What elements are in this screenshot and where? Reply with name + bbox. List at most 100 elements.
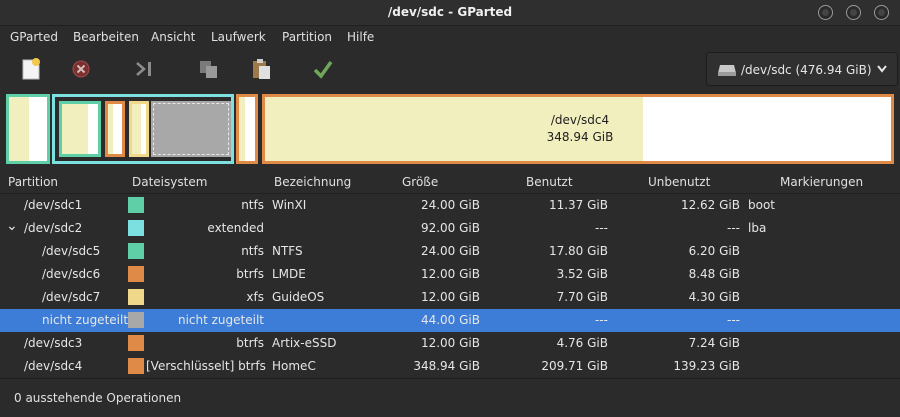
menu-partition[interactable]: Partition bbox=[282, 30, 332, 44]
fs-color-swatch bbox=[128, 243, 144, 259]
menu-ansicht[interactable]: Ansicht bbox=[151, 30, 195, 44]
row-filesystem: extended bbox=[207, 221, 264, 235]
row-partition: /dev/sdc6 bbox=[42, 267, 101, 281]
device-label: /dev/sdc (476.94 GiB) bbox=[741, 63, 872, 77]
map-partition-sdc5[interactable] bbox=[59, 101, 101, 157]
col-bezeichnung[interactable]: Bezeichnung bbox=[274, 175, 351, 189]
col-markierungen[interactable]: Markierungen bbox=[780, 175, 863, 189]
disk-map: /dev/sdc4 348.94 GiB bbox=[0, 90, 900, 168]
row-filesystem: nicht zugeteilt bbox=[177, 313, 264, 327]
expander-chevron-icon[interactable]: ⌄ bbox=[6, 218, 18, 234]
apply-button[interactable] bbox=[310, 56, 336, 82]
row-label: Artix-eSSD bbox=[272, 336, 337, 350]
table-header: Partition Dateisystem Bezeichnung Größe … bbox=[0, 170, 900, 194]
resize-move-button[interactable] bbox=[132, 56, 158, 82]
map-partition-sdc2-extended[interactable] bbox=[52, 94, 234, 164]
row-flags: lba bbox=[748, 221, 767, 235]
row-size: 348.94 GiB bbox=[413, 359, 480, 373]
paste-icon bbox=[253, 59, 270, 79]
device-selector[interactable]: /dev/sdc (476.94 GiB) bbox=[706, 52, 898, 86]
fs-color-swatch bbox=[128, 220, 144, 236]
row-partition: nicht zugeteilt bbox=[42, 313, 129, 327]
row-flags: boot bbox=[748, 198, 776, 212]
row-label: LMDE bbox=[272, 267, 306, 281]
row-size: 92.00 GiB bbox=[420, 221, 480, 235]
menu-laufwerk[interactable]: Laufwerk bbox=[211, 30, 266, 44]
window-title: /dev/sdc - GParted bbox=[387, 5, 513, 19]
table-row[interactable]: ⌄ /dev/sdc2 extended 92.00 GiB --- --- l… bbox=[0, 217, 900, 240]
row-partition: /dev/sdc7 bbox=[42, 290, 101, 304]
resize-move-icon bbox=[136, 62, 151, 76]
map-partition-sdc4[interactable]: /dev/sdc4 348.94 GiB bbox=[262, 94, 894, 164]
map-partition-sdc6[interactable] bbox=[105, 101, 125, 157]
row-filesystem: ntfs bbox=[241, 244, 264, 258]
pending-operations: 0 ausstehende Operationen bbox=[14, 391, 182, 405]
row-unused: 6.20 GiB bbox=[688, 244, 740, 258]
menu-bearbeiten[interactable]: Bearbeiten bbox=[73, 30, 139, 44]
row-partition: /dev/sdc2 bbox=[24, 221, 83, 235]
delete-partition-button[interactable] bbox=[68, 56, 94, 82]
apply-icon bbox=[313, 60, 333, 79]
map-partition-sdc3[interactable] bbox=[236, 94, 258, 164]
row-unused: 8.48 GiB bbox=[688, 267, 740, 281]
fs-color-swatch bbox=[128, 197, 144, 213]
minimize-button[interactable] bbox=[818, 5, 833, 20]
col-benutzt[interactable]: Benutzt bbox=[526, 175, 573, 189]
map-partition-sdc1[interactable] bbox=[6, 94, 50, 164]
map-sdc4-name: /dev/sdc4 bbox=[550, 113, 610, 127]
map-partition-sdc7[interactable] bbox=[129, 101, 149, 157]
table-row[interactable]: /dev/sdc4 [Verschlüsselt] btrfs HomeC 34… bbox=[0, 355, 900, 378]
row-partition: /dev/sdc3 bbox=[24, 336, 83, 350]
row-size: 12.00 GiB bbox=[420, 290, 480, 304]
copy-button[interactable] bbox=[196, 56, 222, 82]
row-label: NTFS bbox=[272, 244, 303, 258]
row-used: 209.71 GiB bbox=[541, 359, 608, 373]
fs-color-swatch bbox=[128, 266, 144, 282]
row-used: 11.37 GiB bbox=[548, 198, 608, 212]
table-row[interactable]: /dev/sdc3 btrfs Artix-eSSD 12.00 GiB 4.7… bbox=[0, 332, 900, 355]
new-partition-button[interactable] bbox=[18, 56, 44, 82]
col-dateisystem[interactable]: Dateisystem bbox=[132, 175, 207, 189]
menu-gparted[interactable]: GParted bbox=[10, 30, 58, 44]
table-row[interactable]: /dev/sdc6 btrfs LMDE 12.00 GiB 3.52 GiB … bbox=[0, 263, 900, 286]
menu-bar: GParted Bearbeiten Ansicht Laufwerk Part… bbox=[0, 26, 900, 48]
row-size: 12.00 GiB bbox=[420, 336, 480, 350]
table-row[interactable]: /dev/sdc7 xfs GuideOS 12.00 GiB 7.70 GiB… bbox=[0, 286, 900, 309]
col-partition[interactable]: Partition bbox=[8, 175, 58, 189]
fs-color-swatch bbox=[128, 289, 144, 305]
row-unused: 4.30 GiB bbox=[688, 290, 740, 304]
row-label: HomeC bbox=[272, 359, 316, 373]
row-unused: 7.24 GiB bbox=[688, 336, 740, 350]
row-size: 24.00 GiB bbox=[420, 198, 480, 212]
maximize-button[interactable] bbox=[846, 5, 861, 20]
row-unused: --- bbox=[727, 221, 740, 235]
new-partition-icon bbox=[22, 58, 40, 80]
row-filesystem: btrfs bbox=[236, 336, 264, 350]
row-label: GuideOS bbox=[272, 290, 325, 304]
row-size: 44.00 GiB bbox=[420, 313, 480, 327]
status-bar: 0 ausstehende Operationen bbox=[0, 378, 900, 417]
row-partition: /dev/sdc1 bbox=[24, 198, 83, 212]
close-button[interactable] bbox=[874, 5, 889, 20]
table-row-selected[interactable]: nicht zugeteilt nicht zugeteilt 44.00 Gi… bbox=[0, 309, 900, 332]
row-size: 12.00 GiB bbox=[420, 267, 480, 281]
row-partition: /dev/sdc4 bbox=[24, 359, 83, 373]
col-groesse[interactable]: Größe bbox=[402, 175, 438, 189]
row-used: --- bbox=[595, 221, 608, 235]
fs-color-swatch bbox=[128, 335, 144, 351]
row-filesystem: ntfs bbox=[241, 198, 264, 212]
row-partition: /dev/sdc5 bbox=[42, 244, 101, 258]
title-bar: /dev/sdc - GParted bbox=[0, 0, 900, 26]
paste-button[interactable] bbox=[248, 56, 274, 82]
copy-icon bbox=[200, 61, 217, 78]
menu-hilfe[interactable]: Hilfe bbox=[347, 30, 374, 44]
fs-color-swatch bbox=[128, 312, 144, 328]
row-used: 4.76 GiB bbox=[556, 336, 608, 350]
table-row[interactable]: /dev/sdc5 ntfs NTFS 24.00 GiB 17.80 GiB … bbox=[0, 240, 900, 263]
table-row[interactable]: /dev/sdc1 ntfs WinXI 24.00 GiB 11.37 GiB… bbox=[0, 194, 900, 217]
fs-color-swatch bbox=[128, 358, 144, 374]
partition-table: /dev/sdc1 ntfs WinXI 24.00 GiB 11.37 GiB… bbox=[0, 194, 900, 378]
row-unused: 12.62 GiB bbox=[680, 198, 740, 212]
map-unallocated[interactable] bbox=[151, 101, 231, 157]
col-unbenutzt[interactable]: Unbenutzt bbox=[648, 175, 710, 189]
